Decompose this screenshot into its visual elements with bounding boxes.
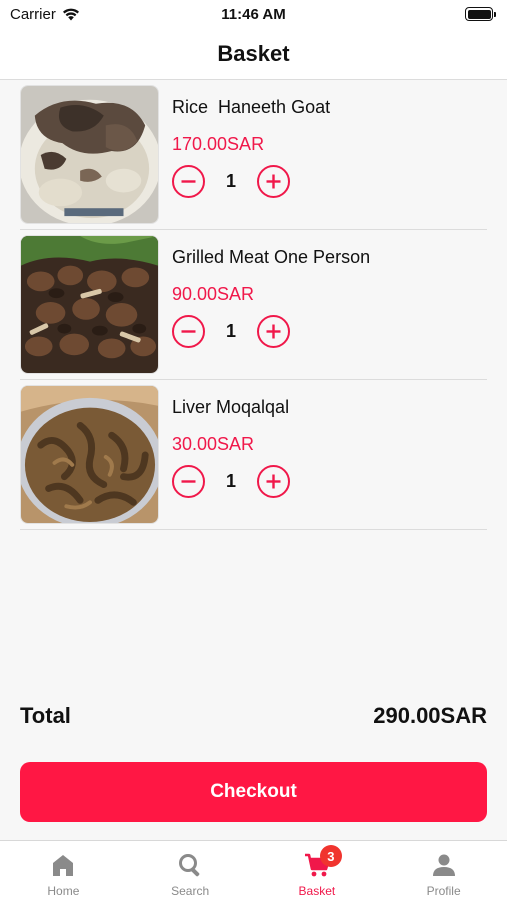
tab-label: Home (47, 884, 80, 898)
quantity-stepper: 1 (172, 465, 290, 498)
carrier-label: Carrier (10, 5, 56, 23)
basket-list: Rice Haneeth Goat 170.00SAR 1 Grilled Me… (20, 80, 487, 530)
basket-item: Liver Moqalqal 30.00SAR 1 (20, 380, 487, 530)
minus-icon (181, 330, 196, 333)
quantity-value: 1 (225, 471, 236, 491)
tab-home[interactable]: Home (0, 841, 127, 900)
plus-icon (266, 174, 281, 189)
total-value: 290.00SAR (373, 703, 487, 728)
item-info: Liver Moqalqal 30.00SAR 1 (172, 385, 290, 524)
search-icon (176, 851, 204, 879)
quantity-stepper: 1 (172, 315, 370, 348)
tab-bar: Home Search 3 Basket Profile (0, 840, 507, 900)
basket-item: Rice Haneeth Goat 170.00SAR 1 (20, 80, 487, 230)
status-bar: Carrier 11:46 AM (0, 0, 507, 28)
home-icon (49, 851, 77, 879)
tab-label: Basket (298, 884, 336, 898)
food-image-grilled-meat (20, 235, 159, 374)
decrease-quantity-button[interactable] (172, 165, 205, 198)
item-name: Grilled Meat One Person (172, 247, 371, 267)
minus-icon (181, 180, 196, 183)
increase-quantity-button[interactable] (257, 315, 290, 348)
tab-label: Profile (426, 884, 461, 898)
plus-icon (266, 474, 281, 489)
item-price: 90.00SAR (172, 284, 255, 304)
item-price: 30.00SAR (172, 434, 255, 454)
quantity-stepper: 1 (172, 165, 330, 198)
decrease-quantity-button[interactable] (172, 465, 205, 498)
item-name: Liver Moqalqal (172, 397, 290, 417)
tab-label: Search (171, 884, 210, 898)
total-row: Total 290.00SAR (20, 703, 487, 729)
wifi-icon (62, 8, 79, 21)
minus-icon (181, 480, 196, 483)
status-left: Carrier (10, 6, 80, 23)
tab-basket[interactable]: 3 Basket (254, 841, 381, 900)
cart-badge: 3 (319, 845, 342, 867)
profile-icon (430, 851, 458, 879)
plus-icon (266, 324, 281, 339)
battery-icon (465, 7, 496, 21)
quantity-value: 1 (225, 321, 236, 341)
total-label: Total (20, 703, 71, 728)
navigation-bar: Basket (0, 28, 507, 80)
quantity-value: 1 (225, 171, 236, 191)
increase-quantity-button[interactable] (257, 165, 290, 198)
item-info: Grilled Meat One Person 90.00SAR 1 (172, 235, 370, 374)
item-name: Rice Haneeth Goat (172, 97, 331, 117)
tab-search[interactable]: Search (127, 841, 254, 900)
increase-quantity-button[interactable] (257, 465, 290, 498)
decrease-quantity-button[interactable] (172, 315, 205, 348)
food-image-liver (20, 385, 159, 524)
food-image-rice-goat (20, 85, 159, 224)
checkout-button[interactable]: Checkout (20, 762, 487, 822)
tab-profile[interactable]: Profile (380, 841, 507, 900)
cart-icon: 3 (303, 845, 342, 879)
page-title: Basket (217, 40, 290, 66)
item-price: 170.00SAR (172, 134, 265, 154)
basket-item: Grilled Meat One Person 90.00SAR 1 (20, 230, 487, 380)
item-info: Rice Haneeth Goat 170.00SAR 1 (172, 85, 330, 224)
